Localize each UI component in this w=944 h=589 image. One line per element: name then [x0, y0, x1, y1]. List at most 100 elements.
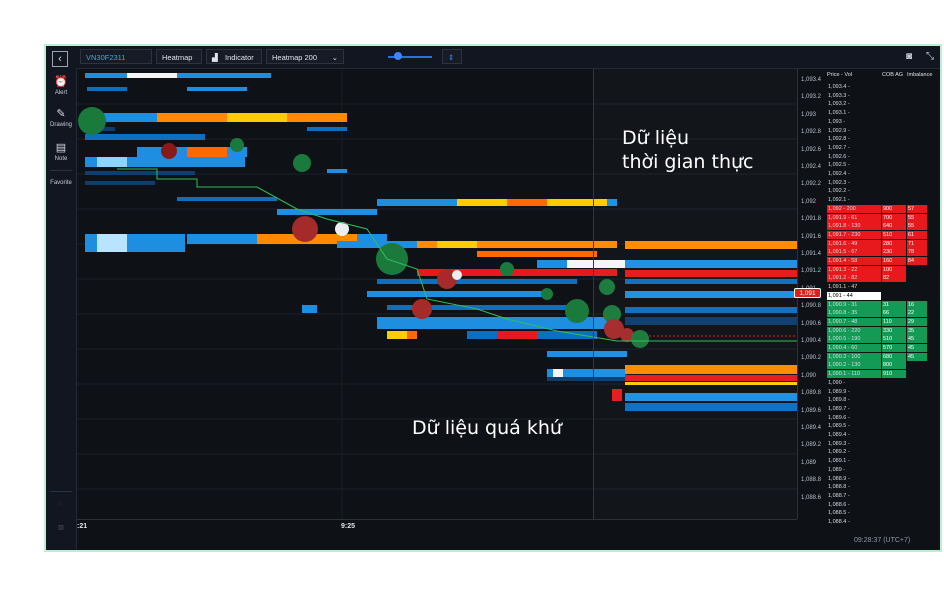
- sidebar-item-alert[interactable]: ⏰ Alert: [46, 76, 76, 96]
- sidebar-item-drawing[interactable]: ✎ Drawing: [46, 108, 76, 128]
- ladder-row[interactable]: 1,090.2 - 130 800: [827, 361, 940, 370]
- ladder-row[interactable]: 1,092 - 200 900 57: [827, 204, 940, 214]
- ladder-cob: 330: [882, 326, 906, 335]
- ladder-row[interactable]: 1,091.8 - 130 640 55: [827, 222, 940, 231]
- ladder-row[interactable]: 1,090.4 - 60 570 45: [827, 344, 940, 353]
- ladder-price: 1,092 - 200: [827, 204, 881, 213]
- ladder-price: 1,089.1 -: [828, 458, 850, 465]
- ladder-imbalance: 22: [907, 309, 927, 318]
- ladder-row[interactable]: 1,092.1 -: [827, 196, 940, 205]
- ladder-row[interactable]: 1,089.4 -: [827, 431, 940, 440]
- realtime-caption-line1: Dữ liệu: [622, 127, 690, 149]
- ladder-price: 1,093.1 -: [828, 110, 850, 117]
- clock: 09:28:37 (UTC+7): [854, 537, 911, 544]
- ladder-row[interactable]: 1,092.6 -: [827, 153, 940, 162]
- ladder-row[interactable]: 1,093.4 -: [827, 83, 940, 92]
- heatmap-select[interactable]: Heatmap 200 ⌄: [266, 49, 344, 64]
- ladder-row[interactable]: 1,093.1 -: [827, 109, 940, 118]
- ladder-price: 1,089.9 -: [828, 388, 850, 395]
- ladder-row[interactable]: 1,088.6 -: [827, 501, 940, 510]
- eye-off-icon[interactable]: ◌: [46, 502, 76, 508]
- ladder-price: 1,092.7 -: [828, 144, 850, 151]
- sidebar-item-favorite[interactable]: Favorite: [46, 180, 76, 186]
- chevron-left-icon[interactable]: ‹: [52, 51, 68, 67]
- ladder-price: 1,092.8 -: [828, 136, 850, 143]
- ladder-row[interactable]: 1,089.2 -: [827, 448, 940, 457]
- camera-icon[interactable]: ◙: [906, 49, 912, 64]
- ladder-row[interactable]: 1,090 -: [827, 379, 940, 388]
- ladder-cob: 230: [882, 248, 906, 257]
- ladder-price: 1,093.2 -: [828, 101, 850, 108]
- ladder-price: 1,091.3 - 22: [827, 265, 881, 274]
- realtime-divider: [593, 69, 594, 519]
- ladder-row[interactable]: 1,088.4 -: [827, 518, 940, 527]
- ladder-price: 1,093.3 -: [828, 92, 850, 99]
- price-tick: 1,090.4: [801, 338, 822, 344]
- ladder-row[interactable]: 1,091.3 - 22 100: [827, 265, 940, 275]
- indicator-button[interactable]: ▟ Indicator: [206, 49, 262, 64]
- ladder-row[interactable]: 1,092.4 -: [827, 170, 940, 179]
- ladder-row[interactable]: 1,089.3 -: [827, 440, 940, 449]
- ladder-row[interactable]: 1,092.8 -: [827, 135, 940, 144]
- ladder-row[interactable]: 1,088.9 -: [827, 475, 940, 484]
- price-tick: 1,092.4: [801, 164, 822, 170]
- ladder-row[interactable]: 1,091.1 - 47: [827, 283, 940, 292]
- ladder-row[interactable]: 1,089.9 -: [827, 388, 940, 397]
- app-window: ‹ ⏰ Alert ✎ Drawing ▤ Note Favorite ◌ ▥ …: [44, 44, 942, 552]
- clock-icon: ⏰: [54, 76, 68, 88]
- ladder-row[interactable]: 1,090.1 - 110 910: [827, 370, 940, 379]
- sidebar-item-note[interactable]: ▤ Note: [46, 142, 76, 162]
- collapse-icon[interactable]: ⤡: [926, 49, 934, 64]
- ladder-row[interactable]: 1,089.1 -: [827, 457, 940, 466]
- ladder-row[interactable]: 1,091.6 - 49 280 71: [827, 239, 940, 249]
- ladder-row[interactable]: 1,089.6 -: [827, 414, 940, 423]
- ladder-row[interactable]: 1,090.8 - 35 66 22: [827, 309, 940, 318]
- ladder-row[interactable]: 1,093 -: [827, 118, 940, 127]
- slider-handle[interactable]: [394, 52, 402, 60]
- ladder-row[interactable]: 1,091 - 44: [827, 291, 940, 301]
- ladder-row[interactable]: 1,091.7 - 230 510 61: [827, 230, 940, 240]
- ladder-row[interactable]: 1,093.3 -: [827, 92, 940, 101]
- ladder-imbalance: 45: [907, 344, 927, 352]
- ladder-row[interactable]: 1,091.4 - 58 160 84: [827, 257, 940, 266]
- ladder-cob: 82: [882, 274, 906, 283]
- ladder-price: 1,090.5 - 190: [827, 335, 881, 344]
- ladder-row[interactable]: 1,092.5 -: [827, 161, 940, 170]
- ladder-row[interactable]: 1,090.3 - 100 680 45: [827, 352, 940, 362]
- ladder-row[interactable]: 1,090.5 - 190 510 45: [827, 335, 940, 344]
- time-axis[interactable]: :21 9:25: [77, 519, 797, 534]
- ladder-row[interactable]: 1,092.7 -: [827, 144, 940, 153]
- ladder-row[interactable]: 1,090.7 - 48 110 29: [827, 317, 940, 327]
- ladder-row[interactable]: 1,089 -: [827, 466, 940, 475]
- ladder-row[interactable]: 1,089.8 -: [827, 396, 940, 405]
- ladder-row[interactable]: 1,089.5 -: [827, 422, 940, 431]
- crosshair-icon[interactable]: ⇕: [442, 49, 462, 64]
- ladder-row[interactable]: 1,091.9 - 61 700 55: [827, 213, 940, 223]
- symbol-field[interactable]: VN30F2311: [80, 49, 152, 64]
- ladder-row[interactable]: 1,093.2 -: [827, 100, 940, 109]
- ladder-row[interactable]: 1,092.2 -: [827, 187, 940, 196]
- ladder-price: 1,088.9 -: [828, 475, 850, 482]
- ladder-row[interactable]: 1,091.5 - 67 230 78: [827, 248, 940, 257]
- trash-icon[interactable]: ▥: [46, 524, 76, 531]
- ladder-row[interactable]: 1,088.5 -: [827, 509, 940, 518]
- price-tick: 1,088.8: [801, 477, 822, 484]
- ladder-price: 1,088.6 -: [828, 501, 850, 508]
- left-sidebar: ‹ ⏰ Alert ✎ Drawing ▤ Note Favorite ◌ ▥: [46, 46, 77, 550]
- ladder-price: 1,088.7 -: [828, 492, 850, 499]
- ladder-price: 1,092.4 -: [828, 171, 850, 177]
- ladder-row[interactable]: 1,090.9 - 31 31 16: [827, 300, 940, 310]
- ladder-row[interactable]: 1,088.7 -: [827, 492, 940, 501]
- ladder-row[interactable]: 1,088.8 -: [827, 483, 940, 492]
- ladder-price: 1,090.2 - 130: [827, 361, 881, 370]
- ladder-row[interactable]: 1,090.6 - 220 330 35: [827, 326, 940, 336]
- ladder-price: 1,091.2 - 82: [827, 274, 881, 283]
- ladder-row[interactable]: 1,092.3 -: [827, 179, 940, 188]
- ladder-price: 1,090.7 - 48: [827, 317, 881, 326]
- ladder-row[interactable]: 1,091.2 - 82 82: [827, 274, 940, 283]
- ladder-row[interactable]: 1,092.9 -: [827, 127, 940, 136]
- heatmap-button[interactable]: Heatmap: [156, 49, 202, 64]
- ladder-row[interactable]: 1,089.7 -: [827, 405, 940, 414]
- ladder-price: 1,092.2 -: [828, 188, 850, 195]
- indicator-label: Indicator: [225, 53, 254, 62]
